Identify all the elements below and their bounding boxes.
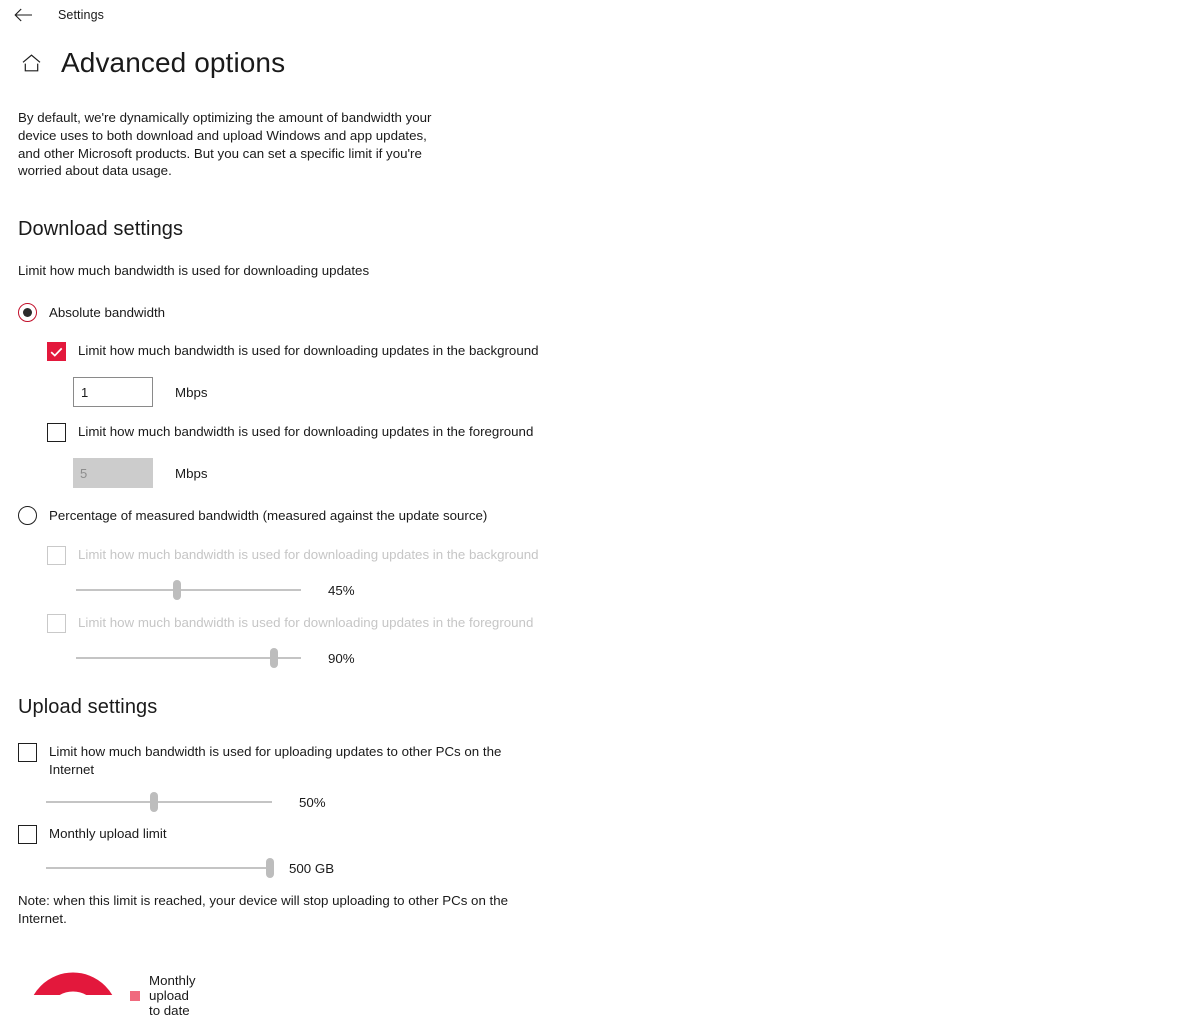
background-bandwidth-input-row: Mbps: [73, 377, 1199, 408]
slider-thumb[interactable]: [270, 648, 278, 669]
checkbox-percentage-background[interactable]: Limit how much bandwidth is used for dow…: [47, 546, 1199, 566]
settings-content: By default, we're dynamically optimizing…: [0, 79, 1199, 927]
donut-chart-graphic: [18, 955, 128, 995]
foreground-bandwidth-unit: Mbps: [175, 465, 208, 481]
percentage-background-slider-row: 45%: [76, 578, 1199, 602]
radio-percentage-bandwidth[interactable]: Percentage of measured bandwidth (measur…: [18, 506, 1199, 526]
chart-legend-label: Monthly upload to date: [149, 973, 196, 1018]
window-titlebar: Settings: [0, 0, 1199, 30]
checkbox-monthly-upload-limit[interactable]: Monthly upload limit: [18, 825, 1199, 845]
upload-bandwidth-slider[interactable]: [46, 790, 272, 814]
slider-thumb[interactable]: [150, 792, 159, 813]
upload-settings-heading: Upload settings: [18, 696, 158, 719]
percentage-foreground-slider[interactable]: [76, 646, 301, 670]
checkbox-download-foreground-label: Limit how much bandwidth is used for dow…: [78, 424, 534, 440]
radio-absolute-bandwidth-label: Absolute bandwidth: [49, 305, 166, 321]
home-icon[interactable]: [18, 50, 44, 76]
upload-bandwidth-slider-row: 50%: [46, 790, 1199, 814]
checkbox-percentage-foreground[interactable]: Limit how much bandwidth is used for dow…: [47, 614, 1199, 634]
checkbox-monthly-upload-limit-label: Monthly upload limit: [49, 826, 167, 842]
checkbox-unchecked-icon: [47, 423, 66, 443]
percentage-background-slider[interactable]: [76, 578, 301, 602]
radio-button-selected: [18, 303, 37, 323]
background-bandwidth-unit: Mbps: [175, 384, 208, 400]
checkbox-checked-icon: [47, 342, 66, 362]
back-arrow-icon[interactable]: [10, 2, 36, 28]
monthly-upload-slider[interactable]: [46, 856, 274, 880]
upload-bandwidth-value: 50%: [299, 794, 326, 810]
radio-absolute-bandwidth[interactable]: Absolute bandwidth: [18, 303, 1199, 323]
checkbox-unchecked-icon: [18, 743, 37, 763]
upload-limit-note: Note: when this limit is reached, your d…: [18, 893, 509, 926]
slider-thumb[interactable]: [173, 580, 182, 601]
legend-swatch-icon: [130, 990, 140, 1001]
radio-percentage-bandwidth-label: Percentage of measured bandwidth (measur…: [49, 508, 488, 524]
checkbox-download-background-label: Limit how much bandwidth is used for dow…: [78, 343, 539, 359]
checkbox-upload-bandwidth-label: Limit how much bandwidth is used for upl…: [49, 744, 502, 777]
checkbox-percentage-foreground-label: Limit how much bandwidth is used for dow…: [78, 615, 534, 631]
percentage-background-value: 45%: [328, 582, 355, 598]
checkbox-unchecked-disabled-icon: [47, 614, 66, 634]
download-settings-description: Limit how much bandwidth is used for dow…: [18, 263, 370, 279]
intro-paragraph: By default, we're dynamically optimizing…: [18, 110, 432, 179]
monthly-upload-value: 500 GB: [289, 860, 335, 876]
percentage-foreground-slider-row: 90%: [76, 646, 1199, 670]
chart-legend: Monthly upload to date: [130, 973, 196, 1018]
donut-chart-svg: [33, 972, 113, 995]
checkbox-upload-bandwidth[interactable]: Limit how much bandwidth is used for upl…: [18, 743, 1199, 778]
checkbox-download-background[interactable]: Limit how much bandwidth is used for dow…: [47, 342, 1199, 362]
slider-thumb[interactable]: [265, 858, 274, 879]
percentage-foreground-value: 90%: [328, 650, 355, 666]
download-settings-heading: Download settings: [18, 218, 184, 241]
checkbox-unchecked-icon: [18, 825, 37, 845]
radio-button-unselected: [18, 506, 37, 526]
foreground-bandwidth-input-row: Mbps: [73, 458, 1199, 489]
page-header: Advanced options: [0, 47, 1199, 79]
checkbox-download-foreground[interactable]: Limit how much bandwidth is used for dow…: [47, 423, 1199, 443]
background-bandwidth-input[interactable]: [73, 377, 153, 408]
monthly-upload-chart: Monthly upload to date: [18, 955, 196, 1018]
page-title: Advanced options: [61, 47, 286, 78]
checkbox-percentage-background-label: Limit how much bandwidth is used for dow…: [78, 547, 539, 563]
monthly-upload-slider-row: 500 GB: [46, 856, 1199, 880]
window-title: Settings: [58, 8, 104, 22]
foreground-bandwidth-input[interactable]: [73, 458, 153, 489]
checkbox-unchecked-disabled-icon: [47, 546, 66, 566]
